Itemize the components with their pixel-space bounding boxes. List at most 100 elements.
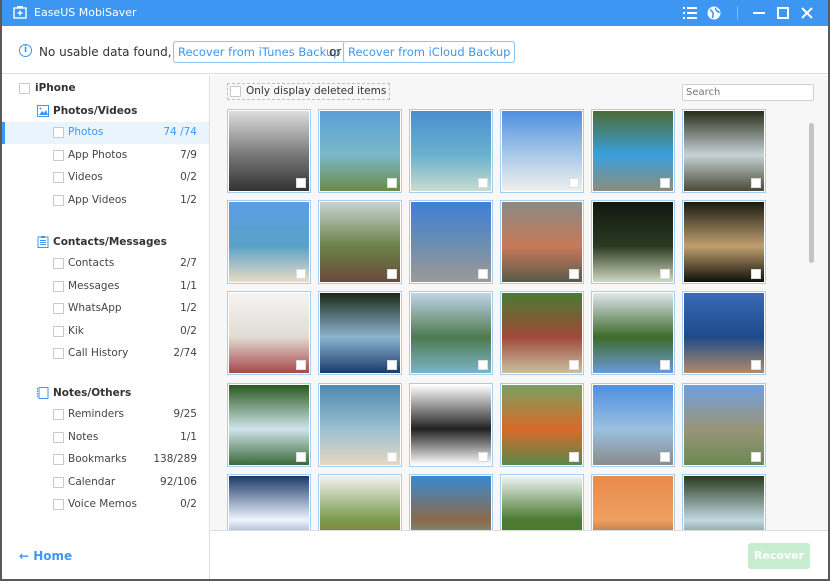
sidebar-item-messages[interactable]: Messages 1/1 bbox=[2, 276, 209, 298]
photo-thumbnail-forest-edge[interactable] bbox=[500, 473, 584, 530]
only-deleted-checkbox[interactable] bbox=[230, 86, 241, 97]
sidebar-group-notes-others[interactable]: Notes/Others bbox=[2, 384, 209, 404]
photo-checkbox[interactable] bbox=[660, 451, 670, 462]
item-checkbox[interactable] bbox=[53, 499, 64, 510]
photo-thumbnail-jungle-hut[interactable] bbox=[318, 473, 402, 530]
photo-checkbox[interactable] bbox=[296, 360, 306, 371]
search-input[interactable] bbox=[682, 84, 814, 101]
scrollbar-thumb[interactable] bbox=[809, 123, 814, 263]
sidebar-item-notes[interactable]: Notes 1/1 bbox=[2, 427, 209, 449]
photo-thumbnail-garden-urn[interactable] bbox=[682, 382, 766, 467]
item-checkbox[interactable] bbox=[53, 303, 64, 314]
item-checkbox[interactable] bbox=[53, 476, 64, 488]
item-checkbox[interactable] bbox=[53, 454, 64, 465]
photo-checkbox[interactable] bbox=[478, 451, 488, 462]
sidebar-item-calendar[interactable]: Calendar 92/106 bbox=[2, 472, 209, 494]
sidebar-item-call-history[interactable]: Call History 2/74 bbox=[2, 343, 209, 365]
photo-thumbnail-palm-beach[interactable] bbox=[409, 200, 493, 285]
photo-thumbnail-tropical-palm[interactable] bbox=[591, 382, 675, 467]
photo-thumbnail-rocky-coast[interactable] bbox=[409, 291, 493, 376]
photo-thumbnail-waterfall-cascade[interactable] bbox=[682, 473, 766, 530]
close-button[interactable] bbox=[797, 3, 817, 23]
recover-button[interactable]: Recover bbox=[748, 543, 810, 569]
photo-thumbnail-sunburst-clouds[interactable] bbox=[227, 473, 311, 530]
photo-thumbnail-child-rocks[interactable] bbox=[500, 200, 584, 285]
photo-thumbnail-woman-portrait[interactable] bbox=[409, 382, 493, 467]
item-checkbox[interactable] bbox=[53, 280, 64, 292]
photo-thumbnail-bw-cliff[interactable] bbox=[227, 109, 311, 193]
photo-thumbnail-waterfall-people[interactable] bbox=[318, 291, 402, 376]
item-checkbox[interactable] bbox=[53, 127, 64, 138]
item-checkbox[interactable] bbox=[53, 409, 64, 420]
photo-thumbnail-red-bird[interactable] bbox=[500, 382, 584, 467]
only-deleted-filter[interactable]: Only display deleted items bbox=[227, 83, 391, 100]
item-checkbox[interactable] bbox=[53, 149, 64, 161]
photo-checkbox[interactable] bbox=[660, 178, 670, 188]
sidebar-item-voice-memos[interactable]: Voice Memos 0/2 bbox=[2, 494, 209, 516]
item-checkbox[interactable] bbox=[53, 258, 64, 269]
maximize-button[interactable] bbox=[773, 3, 793, 23]
sidebar-group-contacts-messages[interactable]: Contacts/Messages bbox=[2, 233, 209, 253]
photo-thumbnail-blue-bay[interactable] bbox=[682, 291, 766, 376]
photo-checkbox[interactable] bbox=[569, 360, 579, 371]
photo-thumbnail-beach-sunbathers[interactable] bbox=[227, 200, 311, 285]
minimize-button[interactable] bbox=[749, 3, 769, 23]
sidebar-item-whatsapp[interactable]: WhatsApp 1/2 bbox=[2, 298, 209, 320]
photo-checkbox[interactable] bbox=[478, 360, 488, 371]
photo-thumbnail-sunset-silhouette[interactable] bbox=[682, 200, 766, 285]
sidebar-item-kik[interactable]: Kik 0/2 bbox=[2, 321, 209, 343]
photo-thumbnail-lagoon-rocks[interactable] bbox=[409, 473, 493, 530]
photo-thumbnail-jungle-river[interactable] bbox=[227, 382, 311, 467]
photo-thumbnail-resort-pool[interactable] bbox=[591, 109, 675, 193]
language-button[interactable] bbox=[704, 3, 724, 23]
photo-checkbox[interactable] bbox=[660, 269, 670, 280]
photo-checkbox[interactable] bbox=[478, 269, 488, 280]
sidebar-item-videos[interactable]: Videos 0/2 bbox=[2, 167, 209, 189]
item-checkbox[interactable] bbox=[53, 325, 64, 337]
sidebar-item-bookmarks[interactable]: Bookmarks 138/289 bbox=[2, 449, 209, 471]
sidebar-item-app-videos[interactable]: App Videos 1/2 bbox=[2, 190, 209, 212]
photo-checkbox[interactable] bbox=[478, 178, 488, 188]
recover-from-icloud-button[interactable]: Recover from iCloud Backup bbox=[343, 41, 516, 63]
sidebar-item-reminders[interactable]: Reminders 9/25 bbox=[2, 404, 209, 426]
photo-thumbnail-hammock-beach[interactable] bbox=[682, 109, 766, 193]
photo-thumbnail-hut-garden[interactable] bbox=[500, 291, 584, 376]
item-checkbox[interactable] bbox=[53, 431, 64, 443]
recover-from-itunes-button[interactable]: Recover from iTunes Backup bbox=[173, 41, 346, 63]
photo-thumbnail-red-canoe[interactable] bbox=[227, 291, 311, 376]
photo-checkbox[interactable] bbox=[569, 269, 579, 280]
sidebar-group-photos-videos[interactable]: Photos/Videos bbox=[2, 102, 209, 122]
photo-thumbnail-woman-beach[interactable] bbox=[318, 382, 402, 467]
photo-checkbox[interactable] bbox=[660, 360, 670, 371]
photo-thumbnail-orange-sunset[interactable] bbox=[591, 473, 675, 530]
photo-thumbnail-cafe-table[interactable] bbox=[318, 200, 402, 285]
photo-checkbox[interactable] bbox=[569, 451, 579, 462]
photo-checkbox[interactable] bbox=[751, 269, 761, 280]
sidebar-item-app-photos[interactable]: App Photos 7/9 bbox=[2, 145, 209, 167]
item-checkbox[interactable] bbox=[53, 348, 64, 359]
sidebar-item-photos[interactable]: Photos 74 /74 bbox=[2, 122, 209, 144]
photo-checkbox[interactable] bbox=[387, 269, 397, 280]
sidebar-device-iphone[interactable]: iPhone bbox=[2, 80, 209, 98]
photo-checkbox[interactable] bbox=[387, 451, 397, 462]
photo-checkbox[interactable] bbox=[751, 451, 761, 462]
menu-button[interactable] bbox=[680, 3, 700, 23]
photo-checkbox[interactable] bbox=[751, 178, 761, 188]
photo-checkbox[interactable] bbox=[387, 178, 397, 188]
sidebar-item-contacts[interactable]: Contacts 2/7 bbox=[2, 253, 209, 275]
photo-thumbnail-night-resort[interactable] bbox=[591, 200, 675, 285]
photo-checkbox[interactable] bbox=[296, 451, 306, 462]
photo-checkbox[interactable] bbox=[751, 360, 761, 371]
photo-checkbox[interactable] bbox=[569, 178, 579, 188]
photo-checkbox[interactable] bbox=[296, 269, 306, 280]
photo-thumbnail-beach-boat[interactable] bbox=[500, 109, 584, 193]
photo-thumbnail-island-sea[interactable] bbox=[409, 109, 493, 193]
photo-thumbnail-island-reef[interactable] bbox=[318, 109, 402, 193]
photo-checkbox[interactable] bbox=[296, 178, 306, 188]
photo-checkbox[interactable] bbox=[387, 360, 397, 371]
home-button[interactable]: ← Home bbox=[19, 549, 72, 563]
iphone-checkbox[interactable] bbox=[19, 83, 30, 94]
item-checkbox[interactable] bbox=[53, 194, 64, 206]
item-checkbox[interactable] bbox=[53, 172, 64, 183]
photo-thumbnail-swamp-lake[interactable] bbox=[591, 291, 675, 376]
